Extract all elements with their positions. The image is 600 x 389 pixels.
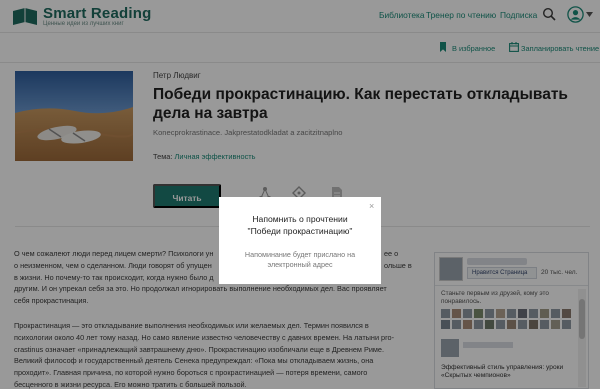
dialog-title-line: "Победи прокрастинацию" bbox=[247, 225, 353, 236]
dialog-title-line: Напомнить о прочтении bbox=[252, 214, 348, 224]
dialog-title: Напомнить о прочтении "Победи прокрастин… bbox=[219, 214, 381, 237]
dialog-message: Напоминание будет прислано на электронны… bbox=[219, 250, 381, 270]
close-icon[interactable]: × bbox=[369, 201, 374, 211]
dialog-message-line: Напоминание будет прислано на bbox=[244, 250, 356, 259]
modal-backdrop[interactable] bbox=[0, 0, 600, 389]
reminder-dialog: × Напомнить о прочтении "Победи прокраст… bbox=[219, 197, 381, 284]
dialog-message-line: электронный адрес bbox=[267, 260, 333, 269]
